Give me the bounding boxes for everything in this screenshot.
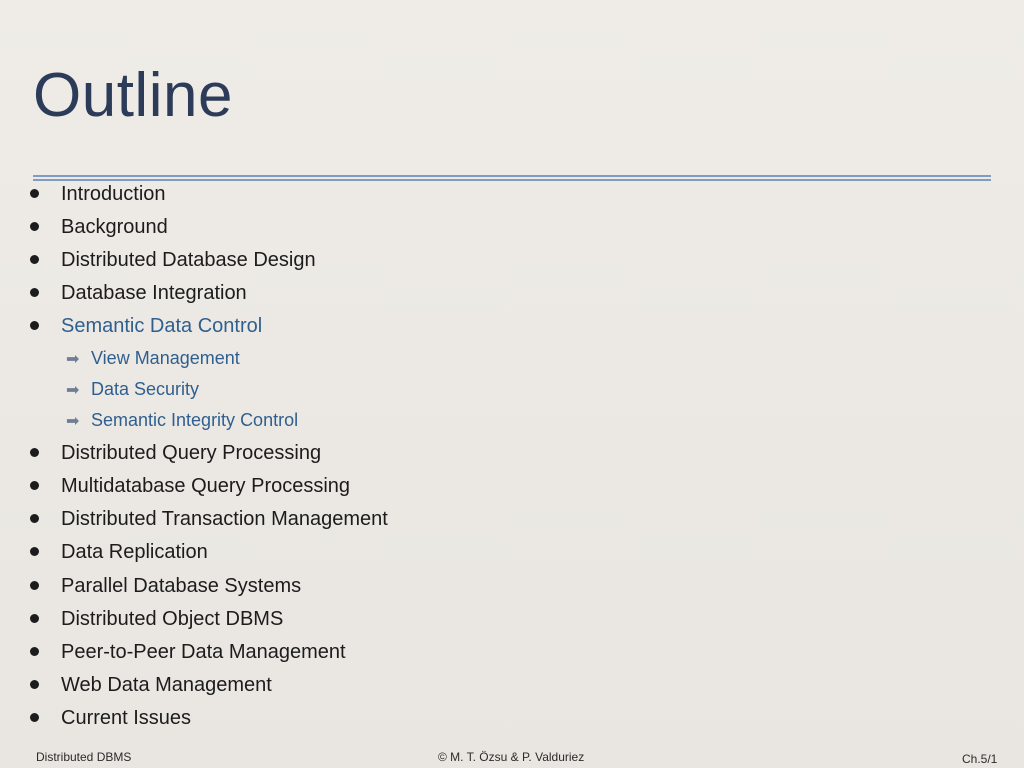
- bullet-icon: [30, 614, 39, 623]
- footer-copyright: © M. T. Özsu & P. Valduriez: [438, 750, 585, 764]
- outline-item-distributed-query-processing: Distributed Query Processing: [61, 442, 322, 464]
- bullet-icon: [30, 647, 39, 656]
- outline-item-semantic-data-control: Semantic Data Control: [61, 315, 263, 337]
- bullet-icon: [30, 288, 39, 297]
- outline-item-distributed-object-dbms: Distributed Object DBMS: [61, 608, 284, 630]
- outline-item-database-integration: Database Integration: [61, 282, 247, 304]
- bullet-icon: [30, 448, 39, 457]
- title-rule-top: [33, 175, 991, 177]
- bullet-icon: [30, 481, 39, 490]
- subitem-label: Semantic Integrity Control: [91, 410, 299, 430]
- outline-item-current-issues: Current Issues: [61, 707, 192, 729]
- outline-item-multidatabase-query-processing: Multidatabase Query Processing: [61, 475, 351, 497]
- outline-subitem-view-management: ➡ View Management: [66, 348, 240, 369]
- bullet-icon: [30, 189, 39, 198]
- outline-item-distributed-database-design: Distributed Database Design: [61, 249, 316, 271]
- subitem-label: View Management: [91, 348, 240, 368]
- title-rule-bottom: [33, 179, 991, 181]
- outline-subitem-data-security: ➡ Data Security: [66, 379, 199, 400]
- bullet-icon: [30, 713, 39, 722]
- outline-item-data-replication: Data Replication: [61, 541, 208, 563]
- bullet-icon: [30, 514, 39, 523]
- footer-course-name: Distributed DBMS: [36, 750, 132, 764]
- outline-subitem-semantic-integrity-control: ➡ Semantic Integrity Control: [66, 410, 298, 431]
- slide: Outline Introduction Background Distribu…: [0, 0, 1024, 768]
- outline-item-background: Background: [61, 216, 168, 238]
- outline-item-introduction: Introduction: [61, 183, 166, 205]
- arrow-right-icon: ➡: [66, 382, 80, 399]
- outline-item-peer-to-peer-data-management: Peer-to-Peer Data Management: [61, 641, 346, 663]
- bullet-icon: [30, 321, 39, 330]
- bullet-icon: [30, 581, 39, 590]
- arrow-right-icon: ➡: [66, 413, 80, 430]
- outline-item-distributed-transaction-management: Distributed Transaction Management: [61, 508, 388, 530]
- footer-page-number: Ch.5/1: [962, 752, 998, 766]
- slide-title: Outline: [33, 61, 233, 130]
- bullet-icon: [30, 547, 39, 556]
- arrow-right-icon: ➡: [66, 351, 80, 368]
- subitem-label: Data Security: [91, 379, 200, 399]
- bullet-icon: [30, 222, 39, 231]
- bullet-icon: [30, 255, 39, 264]
- bullet-icon: [30, 680, 39, 689]
- outline-item-web-data-management: Web Data Management: [61, 674, 272, 696]
- outline-item-parallel-database-systems: Parallel Database Systems: [61, 575, 302, 597]
